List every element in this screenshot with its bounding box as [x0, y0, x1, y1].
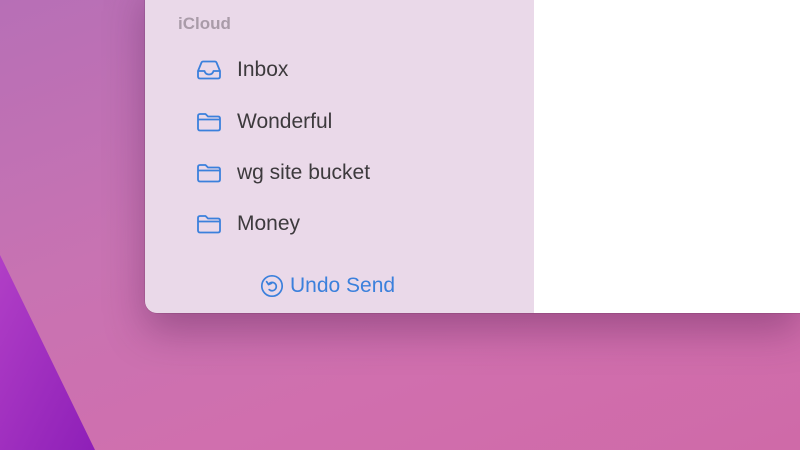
sidebar-item-money[interactable]: Money [195, 209, 300, 239]
mail-window: iCloud Inbox Wonderful wg site bucket Mo… [145, 0, 800, 313]
undo-send-button[interactable]: Undo Send [260, 274, 395, 298]
mailbox-sidebar: iCloud Inbox Wonderful wg site bucket Mo… [145, 0, 534, 313]
sidebar-item-wonderful[interactable]: Wonderful [195, 107, 332, 137]
undo-send-label: Undo Send [290, 274, 396, 297]
sidebar-item-label: Wonderful [237, 110, 333, 133]
undo-arrow-icon [260, 274, 284, 298]
sidebar-item-wg-site-bucket[interactable]: wg site bucket [195, 158, 370, 188]
folder-icon [195, 213, 223, 235]
inbox-tray-icon [195, 59, 223, 81]
section-label-icloud: iCloud [178, 14, 231, 33]
sidebar-item-label: wg site bucket [237, 161, 371, 184]
message-content-area [534, 0, 800, 313]
folder-icon [195, 162, 223, 184]
sidebar-item-label: Money [237, 212, 301, 235]
folder-icon [195, 111, 223, 133]
sidebar-item-inbox[interactable]: Inbox [195, 55, 288, 85]
sidebar-item-label: Inbox [237, 58, 289, 81]
